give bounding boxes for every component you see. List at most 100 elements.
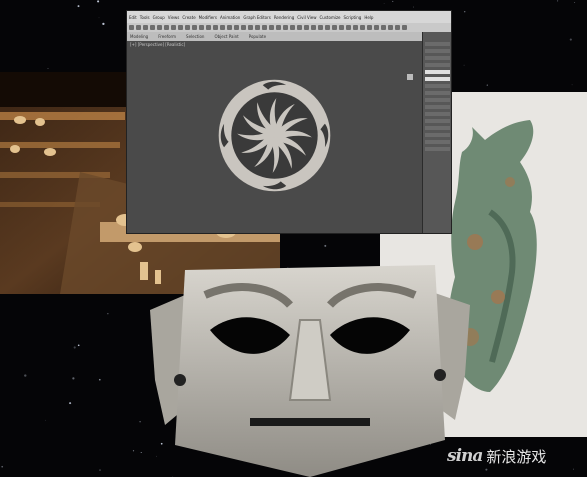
toolbar-tool-icon[interactable] <box>311 25 316 30</box>
menu-item[interactable]: Graph Editors <box>243 15 270 20</box>
toolbar-tool-icon[interactable] <box>283 25 288 30</box>
toolbar-tool-icon[interactable] <box>381 25 386 30</box>
ribbon-tab[interactable]: Populate <box>249 34 266 39</box>
toolbar-tool-icon[interactable] <box>129 25 134 30</box>
command-panel-row[interactable] <box>425 63 450 67</box>
command-panel-row[interactable] <box>425 105 450 109</box>
swirl-disc-model <box>218 79 331 192</box>
menu-item[interactable]: Civil View <box>297 15 316 20</box>
command-panel-row[interactable] <box>425 140 450 144</box>
toolbar-tool-icon[interactable] <box>395 25 400 30</box>
toolbar-tool-icon[interactable] <box>157 25 162 30</box>
toolbar-tool-icon[interactable] <box>318 25 323 30</box>
toolbar-tool-icon[interactable] <box>360 25 365 30</box>
toolbar-tool-icon[interactable] <box>297 25 302 30</box>
toolbar-tool-icon[interactable] <box>402 25 407 30</box>
ribbon-tab[interactable]: Modeling <box>130 34 148 39</box>
star <box>392 0 394 2</box>
site-watermark: sina 新浪游戏 <box>447 444 546 468</box>
command-panel[interactable] <box>422 32 451 233</box>
toolbar-tool-icon[interactable] <box>199 25 204 30</box>
command-panel-row[interactable] <box>425 70 450 74</box>
perspective-viewport[interactable]: [+] [Perspective] [Realistic] <box>127 41 422 233</box>
watermark-logo: sina <box>447 446 483 466</box>
command-panel-row[interactable] <box>425 77 450 81</box>
viewport-label[interactable]: [+] [Perspective] [Realistic] <box>130 42 185 47</box>
star <box>572 468 575 470</box>
toolbar-tool-icon[interactable] <box>290 25 295 30</box>
toolbar-tool-icon[interactable] <box>332 25 337 30</box>
star <box>557 0 559 2</box>
command-panel-row[interactable] <box>425 42 450 46</box>
menu-item[interactable]: Help <box>364 15 373 20</box>
command-panel-row[interactable] <box>425 147 450 151</box>
toolbar-tool-icon[interactable] <box>353 25 358 30</box>
toolbar-tool-icon[interactable] <box>339 25 344 30</box>
command-panel-row[interactable] <box>425 126 450 130</box>
ribbon-tab[interactable]: Freeform <box>158 34 176 39</box>
command-panel-row[interactable] <box>425 84 450 88</box>
star <box>44 419 46 421</box>
star <box>324 244 327 247</box>
menu-item[interactable]: Create <box>182 15 195 20</box>
menu-item[interactable]: Rendering <box>274 15 294 20</box>
ribbon-tab[interactable]: Selection <box>186 34 204 39</box>
menu-item[interactable]: Modifiers <box>199 15 217 20</box>
star <box>98 17 100 19</box>
menu-item[interactable]: Customize <box>320 15 341 20</box>
star <box>486 84 488 86</box>
toolbar-tool-icon[interactable] <box>304 25 309 30</box>
main-toolbar <box>127 23 451 32</box>
toolbar-tool-icon[interactable] <box>241 25 246 30</box>
menu-item[interactable]: Edit <box>129 15 137 20</box>
toolbar-tool-icon[interactable] <box>234 25 239 30</box>
toolbar-tool-icon[interactable] <box>185 25 190 30</box>
toolbar-tool-icon[interactable] <box>367 25 372 30</box>
toolbar-tool-icon[interactable] <box>213 25 218 30</box>
command-panel-row[interactable] <box>425 133 450 137</box>
command-panel-row[interactable] <box>425 49 450 53</box>
command-panel-row[interactable] <box>425 91 450 95</box>
star <box>140 451 142 454</box>
star <box>574 2 576 3</box>
menu-item[interactable]: Animation <box>220 15 240 20</box>
command-panel-row[interactable] <box>425 112 450 116</box>
star <box>571 84 573 86</box>
command-panel-row[interactable] <box>425 98 450 102</box>
star <box>413 6 415 8</box>
ribbon-tabs: Modeling Freeform Selection Object Paint Pop… <box>127 32 451 41</box>
star <box>107 313 109 315</box>
menu-item[interactable]: Scripting <box>344 15 362 20</box>
toolbar-tool-icon[interactable] <box>374 25 379 30</box>
command-panel-row[interactable] <box>425 119 450 123</box>
toolbar-tool-icon[interactable] <box>143 25 148 30</box>
toolbar-tool-icon[interactable] <box>136 25 141 30</box>
toolbar-tool-icon[interactable] <box>388 25 393 30</box>
menu-item[interactable]: Views <box>168 15 180 20</box>
star <box>47 68 49 70</box>
toolbar-tool-icon[interactable] <box>262 25 267 30</box>
toolbar-tool-icon[interactable] <box>206 25 211 30</box>
toolbar-tool-icon[interactable] <box>325 25 330 30</box>
toolbar-tool-icon[interactable] <box>255 25 260 30</box>
modeling-software-window: Edit Tools Group Views Create Modifiers Animat… <box>126 10 452 234</box>
watermark-text: 新浪游戏 <box>486 447 547 466</box>
menu-item[interactable]: Group <box>153 15 165 20</box>
toolbar-tool-icon[interactable] <box>150 25 155 30</box>
ribbon-tab[interactable]: Object Paint <box>214 34 238 39</box>
star <box>463 10 466 13</box>
toolbar-tool-icon[interactable] <box>248 25 253 30</box>
toolbar-tool-icon[interactable] <box>220 25 225 30</box>
menu-bar: Edit Tools Group Views Create Modifiers Animat… <box>127 11 451 23</box>
toolbar-tool-icon[interactable] <box>227 25 232 30</box>
command-panel-row[interactable] <box>425 56 450 60</box>
toolbar-tool-icon[interactable] <box>171 25 176 30</box>
toolbar-tool-icon[interactable] <box>269 25 274 30</box>
toolbar-tool-icon[interactable] <box>346 25 351 30</box>
toolbar-tool-icon[interactable] <box>178 25 183 30</box>
viewcube-icon[interactable] <box>407 74 413 80</box>
menu-item[interactable]: Tools <box>140 15 150 20</box>
toolbar-tool-icon[interactable] <box>192 25 197 30</box>
toolbar-tool-icon[interactable] <box>164 25 169 30</box>
toolbar-tool-icon[interactable] <box>276 25 281 30</box>
